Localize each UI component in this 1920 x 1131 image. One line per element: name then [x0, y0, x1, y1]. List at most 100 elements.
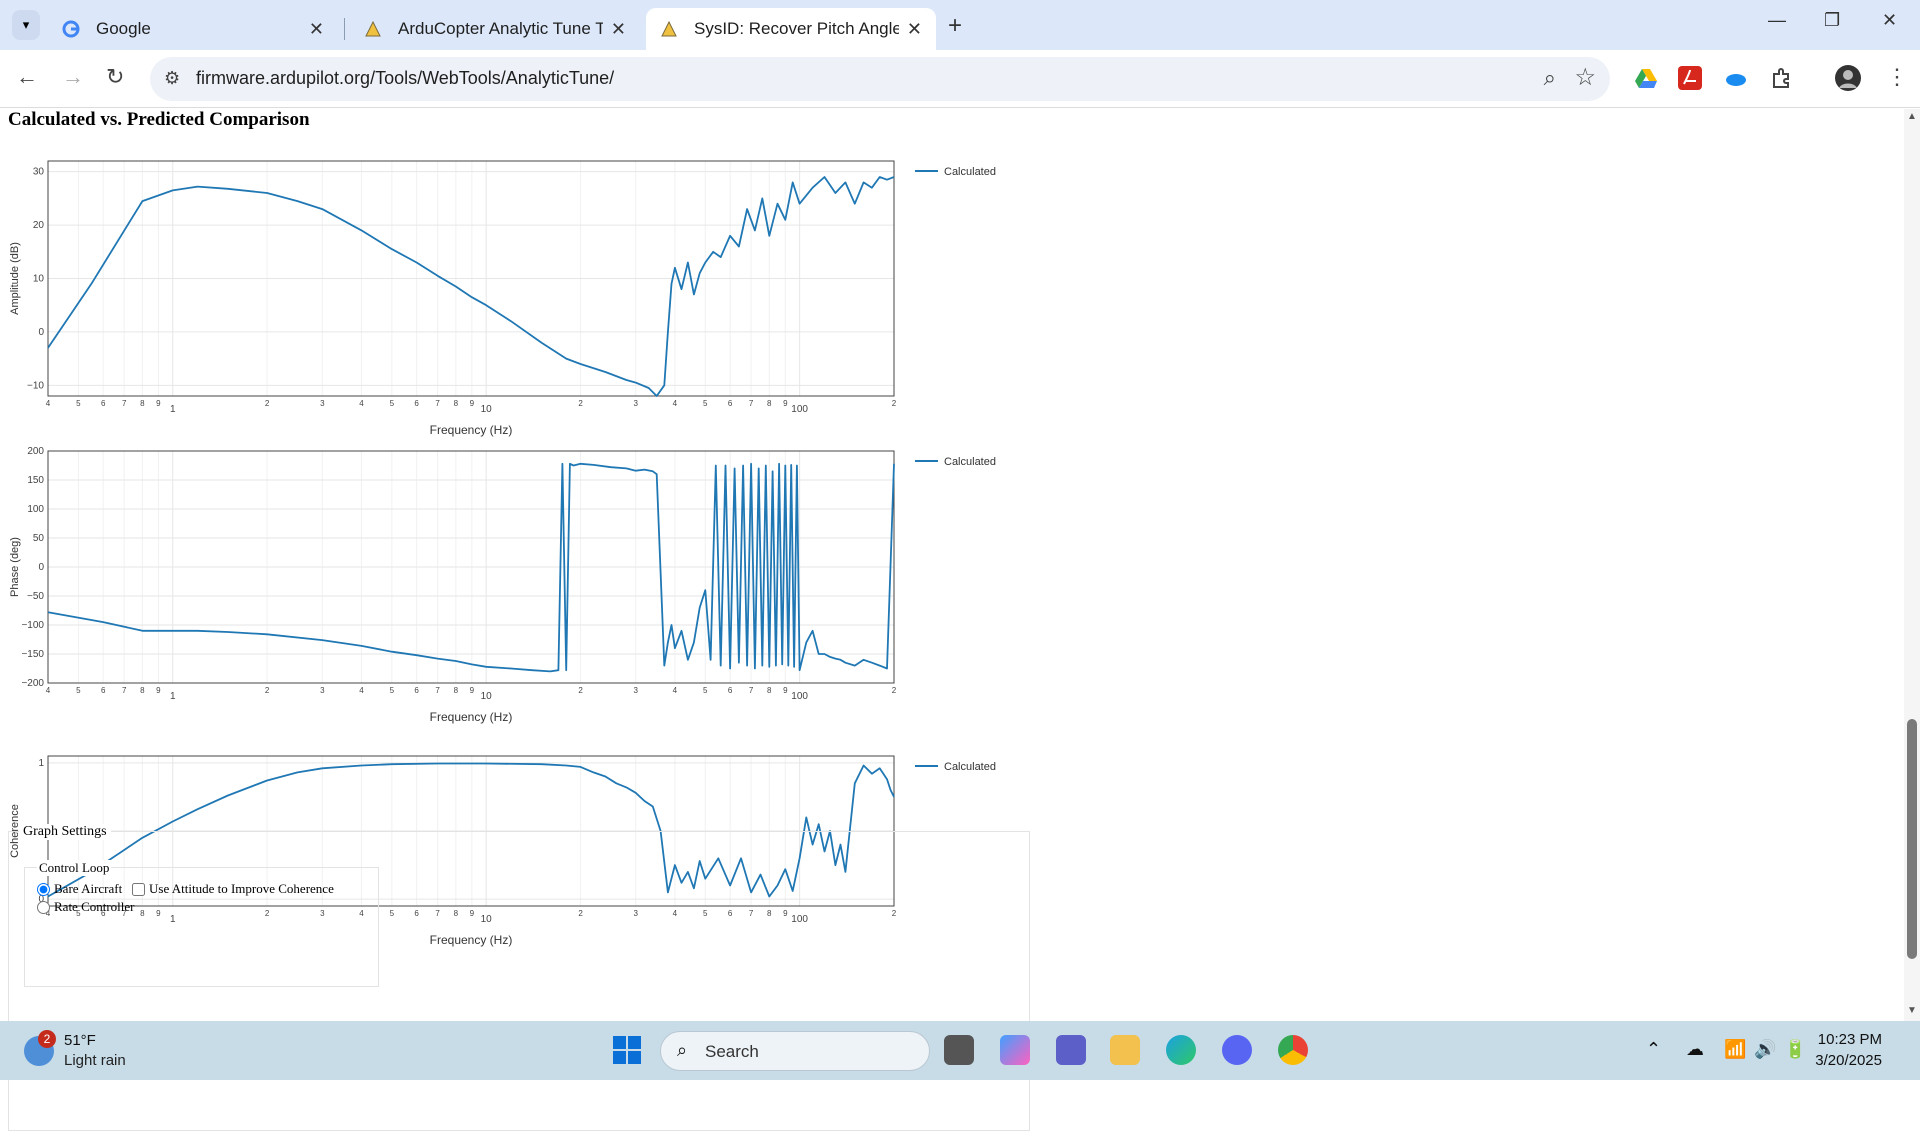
y-tick-label: 30: [33, 167, 45, 178]
x-tick-label: 5: [390, 399, 395, 408]
y-tick-label: −150: [21, 649, 44, 660]
close-icon[interactable]: ✕: [611, 19, 626, 40]
x-tick-label: 3: [320, 399, 325, 408]
y-tick-label: 150: [27, 475, 44, 486]
tab-title: SysID: Recover Pitch Angle.bin: [694, 19, 899, 38]
wifi-icon[interactable]: 📶: [1724, 1039, 1746, 1060]
amplitude-plot[interactable]: 4 5 6 7 8 912 3 4 5 6 7 8 9102 3 4 5 6 7 8 91002−100102030 C…: [0, 139, 1000, 479]
reload-icon[interactable]: ↻: [106, 64, 124, 90]
menu-icon[interactable]: ⋮: [1886, 64, 1908, 90]
x-tick-label: 6: [728, 399, 733, 408]
page-title: Calculated vs. Predicted Comparison: [8, 109, 310, 130]
profile-avatar[interactable]: [1834, 64, 1862, 92]
onedrive-icon[interactable]: [1724, 66, 1748, 90]
series-line: [47, 462, 895, 673]
x-tick-label: 8: [767, 399, 772, 408]
x-tick-label: 1: [170, 404, 176, 415]
tab-separator: [344, 18, 345, 40]
notification-badge: 2: [38, 1030, 56, 1048]
y-tick-label: 20: [33, 220, 45, 231]
x-tick-label: 5: [703, 686, 708, 695]
search-icon: ⌕: [677, 1040, 688, 1060]
tab-google[interactable]: Google ✕: [48, 8, 338, 50]
x-tick-label: 9: [156, 686, 161, 695]
x-tick-label: 7: [749, 686, 754, 695]
clock-date[interactable]: 3/20/2025: [1815, 1052, 1882, 1069]
url-text[interactable]: firmware.ardupilot.org/Tools/WebTools/An…: [196, 68, 614, 89]
tab-title: ArduCopter Analytic Tune Tool: [398, 19, 603, 38]
close-icon[interactable]: ✕: [309, 19, 324, 40]
bare-aircraft-option[interactable]: Bare Aircraft: [37, 881, 122, 897]
y-tick-label: 100: [27, 504, 44, 515]
restore-icon[interactable]: ❐: [1824, 10, 1840, 31]
y-tick-label: 0: [38, 562, 44, 573]
teams-icon[interactable]: [1056, 1035, 1086, 1065]
close-window-icon[interactable]: ✕: [1882, 10, 1897, 31]
clock-time[interactable]: 10:23 PM: [1818, 1031, 1882, 1048]
scroll-down-icon[interactable]: ▼: [1907, 1005, 1917, 1016]
y-tick-label: −100: [21, 620, 44, 631]
x-tick-label: 2: [578, 686, 583, 695]
scroll-thumb[interactable]: [1907, 719, 1917, 959]
x-tick-label: 2: [578, 399, 583, 408]
x-tick-label: 6: [414, 686, 419, 695]
extensions-icon[interactable]: [1770, 66, 1794, 90]
adobe-acrobat-icon[interactable]: [1678, 66, 1702, 90]
x-tick-label: 6: [101, 399, 106, 408]
x-tick-label: 2: [265, 686, 270, 695]
tab-search-button[interactable]: ▾: [12, 10, 40, 40]
x-tick-label: 7: [122, 686, 127, 695]
x-tick-label: 8: [454, 399, 459, 408]
file-explorer-icon[interactable]: [1110, 1035, 1140, 1065]
google-drive-icon[interactable]: [1634, 66, 1658, 90]
y-tick-label: 50: [33, 533, 45, 544]
discord-icon[interactable]: [1222, 1035, 1252, 1065]
taskbar-search[interactable]: ⌕ Search: [660, 1031, 930, 1071]
minimize-icon[interactable]: —: [1768, 10, 1786, 31]
address-bar[interactable]: ⚙ firmware.ardupilot.org/Tools/WebTools/…: [150, 57, 1610, 101]
rate-controller-radio[interactable]: [37, 900, 50, 914]
ardupilot-icon: [365, 20, 381, 37]
rate-controller-option[interactable]: Rate Controller: [37, 899, 135, 915]
use-attitude-option[interactable]: Use Attitude to Improve Coherence: [132, 881, 334, 897]
x-tick-label: 9: [783, 686, 788, 695]
copilot-icon[interactable]: [1000, 1035, 1030, 1065]
use-attitude-checkbox[interactable]: [132, 882, 145, 896]
legend-label: Calculated: [944, 761, 996, 773]
volume-icon[interactable]: 🔊: [1754, 1039, 1776, 1060]
graph-settings-legend: Graph Settings: [19, 824, 111, 840]
x-tick-label: 8: [140, 399, 145, 408]
back-icon[interactable]: ←: [16, 64, 38, 90]
y-axis-label: Amplitude (dB): [9, 242, 21, 315]
legend-label: Calculated: [944, 166, 996, 178]
task-view-icon[interactable]: [944, 1035, 974, 1065]
tab-arducopter-analytic-tune[interactable]: ArduCopter Analytic Tune Tool ✕: [350, 8, 640, 50]
new-tab-button[interactable]: +: [948, 12, 962, 40]
control-loop-legend: Control Loop: [37, 860, 112, 876]
x-tick-label: 4: [673, 399, 678, 408]
phase-plot[interactable]: 4 5 6 7 8 912 3 4 5 6 7 8 9102 3 4 5 6 7 8 91002−200−150−10…: [0, 439, 1000, 739]
chrome-icon[interactable]: [1278, 1035, 1308, 1065]
windows-start-icon[interactable]: [612, 1035, 642, 1065]
weather-description: Light rain: [64, 1052, 126, 1069]
bookmark-star-icon[interactable]: ☆: [1574, 63, 1596, 92]
zoom-icon[interactable]: ⌕: [1544, 65, 1556, 91]
close-icon[interactable]: ✕: [907, 19, 922, 40]
forward-icon[interactable]: →: [62, 64, 84, 90]
weather-widget[interactable]: 2 51°F Light rain: [24, 1030, 224, 1074]
bare-aircraft-radio[interactable]: [37, 882, 50, 896]
onedrive-tray-icon[interactable]: ☁: [1686, 1039, 1704, 1060]
scroll-up-icon[interactable]: ▲: [1907, 111, 1917, 122]
x-tick-label: 3: [634, 686, 639, 695]
tab-sysid-recover-pitch[interactable]: SysID: Recover Pitch Angle.bin ✕: [646, 8, 936, 50]
y-axis-label: Phase (deg): [9, 537, 21, 597]
site-info-icon[interactable]: ⚙: [164, 68, 180, 89]
show-hidden-icons[interactable]: ⌃: [1646, 1039, 1661, 1060]
y-tick-label: −50: [27, 591, 44, 602]
legend-label: Calculated: [944, 456, 996, 468]
page-scrollbar[interactable]: ▲ ▼: [1904, 109, 1920, 1021]
battery-icon[interactable]: 🔋: [1784, 1039, 1806, 1060]
edge-icon[interactable]: [1166, 1035, 1196, 1065]
tab-strip: ▾ Google ✕ ArduCopter Analytic Tune Tool…: [0, 0, 1920, 50]
graph-settings-fieldset: Graph Settings Control Loop Bare Aircraf…: [8, 824, 1030, 1131]
